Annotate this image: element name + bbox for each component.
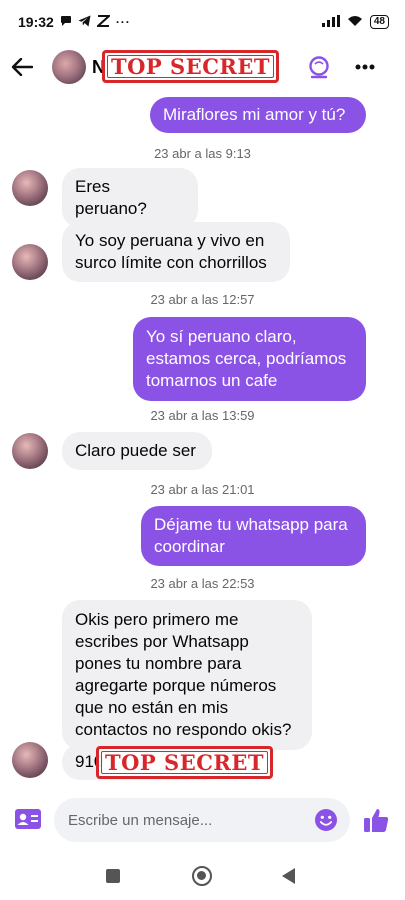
message-text: Déjame tu whatsapp para coordinar <box>154 515 348 556</box>
top-secret-stamp: TOP SECRET <box>102 50 279 83</box>
arrow-left-icon <box>11 58 33 76</box>
more-notifications-icon: ··· <box>115 15 131 29</box>
message-text: Yo sí peruano claro, estamos cerca, podr… <box>146 327 347 390</box>
capcut-icon <box>95 14 112 30</box>
contact-avatar-small[interactable] <box>12 742 48 778</box>
system-back-button[interactable] <box>282 868 295 884</box>
status-bar: 19:32 ··· 48 <box>0 0 405 44</box>
emoji-button[interactable] <box>314 808 338 832</box>
contact-avatar-small[interactable] <box>12 244 48 280</box>
signal-icon <box>321 14 340 30</box>
message-incoming[interactable]: Claro puede ser <box>62 432 212 470</box>
message-outgoing[interactable]: Déjame tu whatsapp para coordinar <box>141 506 366 566</box>
chat-bubble-icon <box>60 15 72 30</box>
message-timestamp: 23 abr a las 13:59 <box>150 408 255 423</box>
message-incoming[interactable]: Okis pero primero me escribes por Whatsa… <box>62 600 312 750</box>
contact-avatar[interactable] <box>52 50 86 84</box>
message-timestamp: 23 abr a las 22:53 <box>150 576 255 591</box>
message-input[interactable] <box>54 798 350 842</box>
message-text: Claro puede ser <box>75 441 196 460</box>
emoji-icon <box>315 809 337 831</box>
contact-avatar-small[interactable] <box>12 433 48 469</box>
message-text: Miraflores mi amor y tú? <box>163 105 346 124</box>
message-timestamp: 23 abr a las 9:13 <box>154 146 251 161</box>
video-call-icon <box>309 56 329 79</box>
message-text: Okis pero primero me escribes por Whatsa… <box>75 610 292 739</box>
status-time: 19:32 <box>18 14 54 30</box>
message-text: Yo soy peruana y vivo en surco límite co… <box>75 231 267 272</box>
telegram-icon <box>78 15 91 30</box>
contact-card-icon <box>15 809 41 829</box>
like-button[interactable] <box>362 806 390 834</box>
redaction-stamp: TOP SECRET <box>102 50 279 83</box>
more-dots-icon <box>355 64 375 70</box>
redaction-stamp: TOP SECRET <box>96 746 273 779</box>
video-call-button[interactable] <box>304 52 334 82</box>
chat-header: N TOP SECRET <box>0 44 405 90</box>
wifi-icon <box>346 14 364 30</box>
contact-avatar-small[interactable] <box>12 170 48 206</box>
thumbs-up-icon <box>364 809 389 832</box>
message-composer <box>0 790 405 850</box>
home-button[interactable] <box>192 866 212 886</box>
message-timestamp: 23 abr a las 12:57 <box>150 292 255 307</box>
top-secret-stamp: TOP SECRET <box>96 746 273 779</box>
message-text: Eres peruano? <box>75 177 147 218</box>
message-incoming[interactable]: Yo soy peruana y vivo en surco límite co… <box>62 222 290 282</box>
message-incoming[interactable]: Eres peruano? <box>62 168 198 228</box>
back-button[interactable] <box>0 45 44 89</box>
battery-icon: 48 <box>369 15 389 29</box>
system-nav-bar <box>0 855 405 900</box>
message-outgoing[interactable]: Miraflores mi amor y tú? <box>150 97 366 133</box>
message-timestamp: 23 abr a las 21:01 <box>150 482 255 497</box>
message-outgoing[interactable]: Yo sí peruano claro, estamos cerca, podr… <box>133 317 366 401</box>
more-options-button[interactable] <box>350 52 380 82</box>
recents-button[interactable] <box>106 869 120 883</box>
contact-card-button[interactable] <box>14 808 42 832</box>
